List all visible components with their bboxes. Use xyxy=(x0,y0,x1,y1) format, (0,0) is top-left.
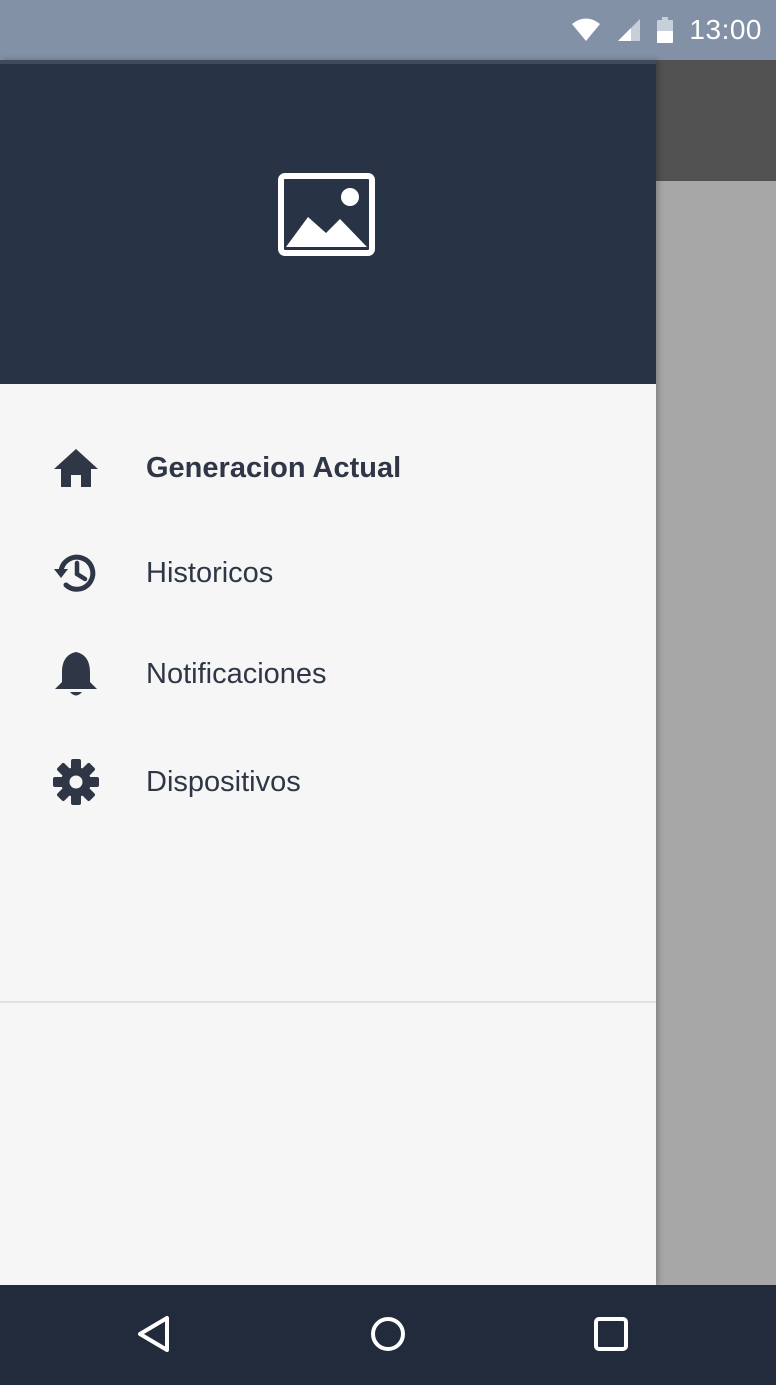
recents-icon xyxy=(592,1315,630,1358)
bell-icon xyxy=(51,649,101,699)
menu-item-dispositivos[interactable]: Dispositivos xyxy=(0,737,656,827)
image-placeholder-icon xyxy=(278,173,375,256)
menu-item-historicos[interactable]: Historicos xyxy=(0,528,656,618)
navigation-drawer: Generacion Actual Historicos Notificacio… xyxy=(0,60,656,1285)
status-clock: 13:00 xyxy=(689,14,762,45)
cell-signal-icon xyxy=(617,18,641,42)
wifi-icon xyxy=(571,17,601,43)
drawer-header-edge xyxy=(0,60,656,64)
system-nav-bar xyxy=(0,1285,776,1385)
back-button[interactable] xyxy=(128,1311,178,1361)
menu-item-label: Dispositivos xyxy=(146,765,301,798)
drawer-header xyxy=(0,60,656,384)
home-button[interactable] xyxy=(363,1311,413,1361)
menu-item-label: Notificaciones xyxy=(146,657,327,690)
menu-item-label: Historicos xyxy=(146,556,274,589)
home-icon xyxy=(51,443,101,493)
gear-icon xyxy=(51,757,101,807)
menu-item-notificaciones[interactable]: Notificaciones xyxy=(0,629,656,719)
back-icon xyxy=(135,1314,171,1359)
app-toolbar xyxy=(656,60,776,181)
status-bar: 13:00 xyxy=(0,0,776,60)
history-icon xyxy=(51,548,101,598)
recents-button[interactable] xyxy=(586,1311,636,1361)
drawer-divider xyxy=(0,1001,656,1003)
home-circle-icon xyxy=(369,1315,407,1358)
menu-item-generacion-actual[interactable]: Generacion Actual xyxy=(0,423,656,513)
battery-icon xyxy=(657,17,674,43)
menu-item-label: Generacion Actual xyxy=(146,451,402,484)
drawer-scrim[interactable] xyxy=(656,181,776,1285)
